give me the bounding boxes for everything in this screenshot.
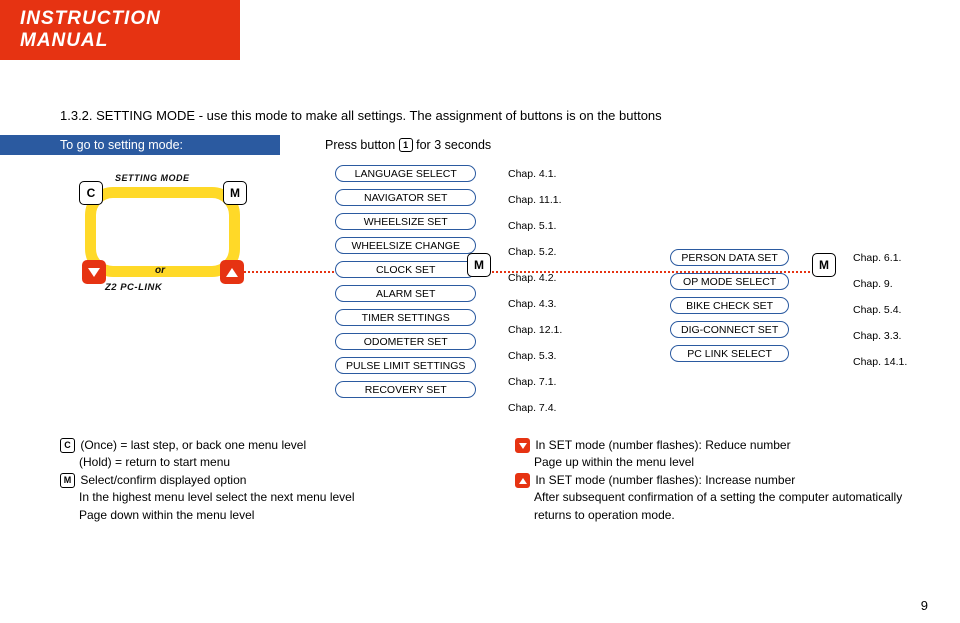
chapter-ref: Chap. 12.1. [500, 321, 562, 340]
menu-column-1: LANGUAGE SELECT NAVIGATOR SET WHEELSIZE … [335, 165, 476, 405]
chapter-ref: Chap. 4.2. [500, 269, 562, 288]
menu-dig-connect: DIG-CONNECT SET [670, 321, 789, 338]
notes-left: C (Once) = last step, or back one menu l… [60, 437, 455, 524]
up-button-icon [220, 260, 244, 284]
note-up: In SET mode (number flashes): Increase n… [515, 472, 910, 489]
press-suffix: for 3 seconds [413, 138, 492, 152]
note-sub: Page up within the menu level [534, 454, 910, 471]
notes-right: In SET mode (number flashes): Reduce num… [515, 437, 910, 524]
or-label: or [155, 265, 165, 276]
intro-text: 1.3.2. SETTING MODE - use this mode to m… [60, 108, 910, 123]
device-bottom-label: Z2 PC-LINK [105, 282, 162, 293]
note-text: In SET mode (number flashes): Reduce num… [535, 438, 790, 452]
chapter-ref: Chap. 5.2. [500, 243, 562, 262]
menu-person-data: PERSON DATA SET [670, 249, 789, 266]
menu-pc-link: PC LINK SELECT [670, 345, 789, 362]
menu-odometer-set: ODOMETER SET [335, 333, 476, 350]
note-hold: (Hold) = return to start menu [79, 454, 455, 471]
down-button-icon [82, 260, 106, 284]
chapter-ref: Chap. 5.4. [845, 301, 907, 320]
chapter-ref: Chap. 11.1. [500, 191, 562, 210]
diagram: SETTING MODE C M or Z2 PC-LINK LANGUAGE … [60, 165, 910, 425]
down-icon [515, 438, 530, 453]
menu-column-2: PERSON DATA SET OP MODE SELECT BIKE CHEC… [670, 249, 789, 369]
notes-section: C (Once) = last step, or back one menu l… [60, 437, 910, 524]
note-sub: Page down within the menu level [79, 507, 455, 524]
m-badge-icon: M [812, 253, 836, 277]
menu-pulse-limit: PULSE LIMIT SETTINGS [335, 357, 476, 374]
chapter-ref: Chap. 14.1. [845, 353, 907, 372]
c-icon: C [60, 438, 75, 453]
menu-wheelsize-change: WHEELSIZE CHANGE [335, 237, 476, 254]
menu-timer-settings: TIMER SETTINGS [335, 309, 476, 326]
device-illustration: SETTING MODE C M or Z2 PC-LINK [60, 165, 270, 315]
chapter-column-2: Chap. 6.1. Chap. 9. Chap. 5.4. Chap. 3.3… [845, 249, 907, 379]
menu-recovery-set: RECOVERY SET [335, 381, 476, 398]
menu-wheelsize-set: WHEELSIZE SET [335, 213, 476, 230]
chapter-ref: Chap. 7.4. [500, 399, 562, 418]
note-sub: In the highest menu level select the nex… [79, 489, 455, 506]
c-button-icon: C [79, 181, 103, 205]
page-number: 9 [921, 598, 928, 613]
menu-navigator-set: NAVIGATOR SET [335, 189, 476, 206]
content-area: 1.3.2. SETTING MODE - use this mode to m… [0, 60, 960, 524]
m-button-icon: M [223, 181, 247, 205]
chapter-ref: Chap. 4.1. [500, 165, 562, 184]
press-instruction: Press button 1 for 3 seconds [325, 138, 491, 153]
chapter-ref: Chap. 5.1. [500, 217, 562, 236]
press-prefix: Press button [325, 138, 399, 152]
m-badge-icon: M [467, 253, 491, 277]
setting-mode-bar: To go to setting mode: [0, 135, 280, 155]
note-sub: After subsequent confirmation of a setti… [534, 489, 910, 524]
device-body [85, 187, 240, 277]
menu-op-mode: OP MODE SELECT [670, 273, 789, 290]
menu-language-select: LANGUAGE SELECT [335, 165, 476, 182]
page-header: INSTRUCTION MANUAL [0, 0, 240, 60]
chapter-ref: Chap. 3.3. [845, 327, 907, 346]
note-text: (Once) = last step, or back one menu lev… [80, 438, 306, 452]
chapter-ref: Chap. 4.3. [500, 295, 562, 314]
chapter-ref: Chap. 9. [845, 275, 907, 294]
button-1-icon: 1 [399, 138, 413, 152]
up-icon [515, 473, 530, 488]
menu-alarm-set: ALARM SET [335, 285, 476, 302]
menu-bike-check: BIKE CHECK SET [670, 297, 789, 314]
note-c: C (Once) = last step, or back one menu l… [60, 437, 455, 454]
header-title: INSTRUCTION MANUAL [20, 8, 161, 51]
note-text: In SET mode (number flashes): Increase n… [535, 473, 795, 487]
note-down: In SET mode (number flashes): Reduce num… [515, 437, 910, 454]
note-m: M Select/confirm displayed option [60, 472, 455, 489]
chapter-ref: Chap. 6.1. [845, 249, 907, 268]
menu-clock-set: CLOCK SET [335, 261, 476, 278]
note-text: Select/confirm displayed option [80, 473, 246, 487]
m-icon: M [60, 473, 75, 488]
chapter-column-1: Chap. 4.1. Chap. 11.1. Chap. 5.1. Chap. … [500, 165, 562, 425]
chapter-ref: Chap. 7.1. [500, 373, 562, 392]
device-top-label: SETTING MODE [115, 173, 190, 183]
chapter-ref: Chap. 5.3. [500, 347, 562, 366]
